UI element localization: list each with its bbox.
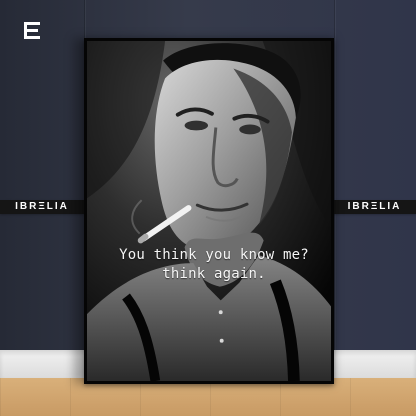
black-and-white-portrait-image [87, 41, 331, 381]
brand-label-left: IBRΞLIA [0, 200, 84, 214]
e-shaped-logo-icon [24, 22, 40, 40]
wall-panel-line [334, 0, 335, 354]
brand-label-right: IBRΞLIA [333, 200, 416, 214]
framed-poster: You think you know me? think again. [84, 38, 334, 384]
poster-quote: You think you know me? think again. [119, 247, 309, 282]
poster-scene: IBRΞLIA IBRΞLIA You think you know me? t… [0, 0, 416, 416]
